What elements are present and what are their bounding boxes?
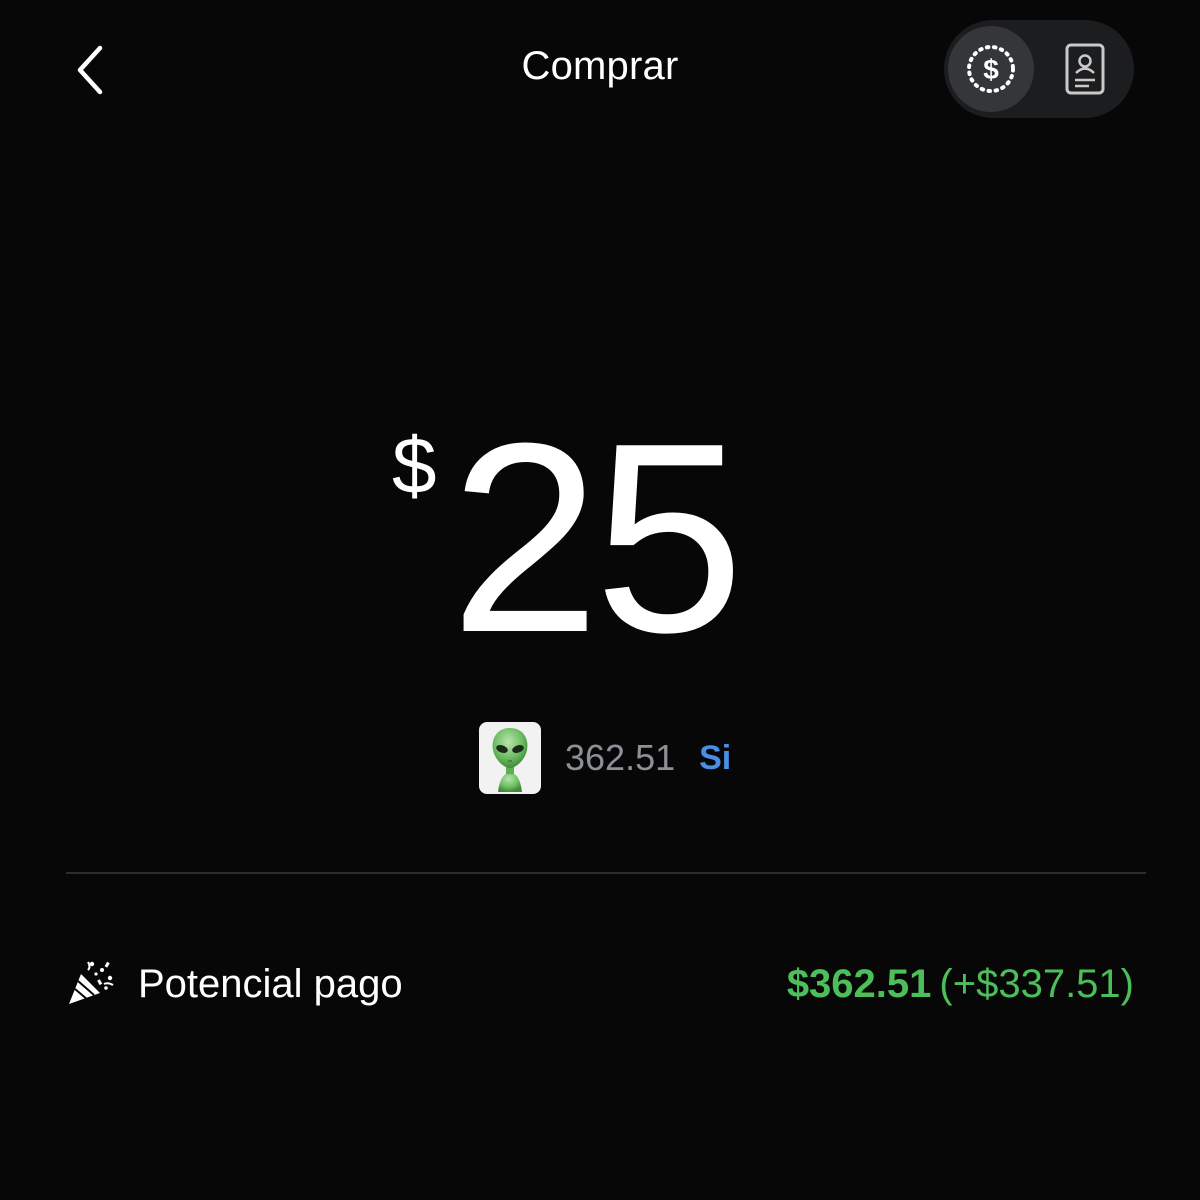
outcome-side-label: Si (699, 738, 732, 777)
buy-screen: Comprar $ $ 25 362.51 Si Potencial pago … (0, 0, 1200, 1200)
party-popper-icon (69, 961, 114, 1004)
shares-card-icon (1065, 43, 1105, 95)
divider (66, 872, 1146, 874)
amount-mode-toggle[interactable]: $ (944, 20, 1134, 118)
dollar-mode-button[interactable]: $ (948, 26, 1034, 112)
avatar (479, 722, 541, 794)
outcome-summary: 362.51 Si (479, 722, 731, 794)
payout-values: $362.51 (+$337.51) (787, 962, 1134, 1007)
outcome-price: 362.51 (565, 737, 676, 778)
svg-text:$: $ (983, 54, 999, 85)
amount-value[interactable]: 25 (450, 404, 744, 674)
alien-icon (492, 728, 528, 792)
payout-amount: $362.51 (786, 962, 932, 1006)
dollar-coin-icon: $ (967, 45, 1015, 93)
payout-delta: (+$337.51) (939, 962, 1134, 1006)
shares-mode-button[interactable] (1042, 26, 1128, 112)
currency-symbol: $ (392, 421, 437, 510)
payout-label: Potencial pago (138, 962, 403, 1006)
